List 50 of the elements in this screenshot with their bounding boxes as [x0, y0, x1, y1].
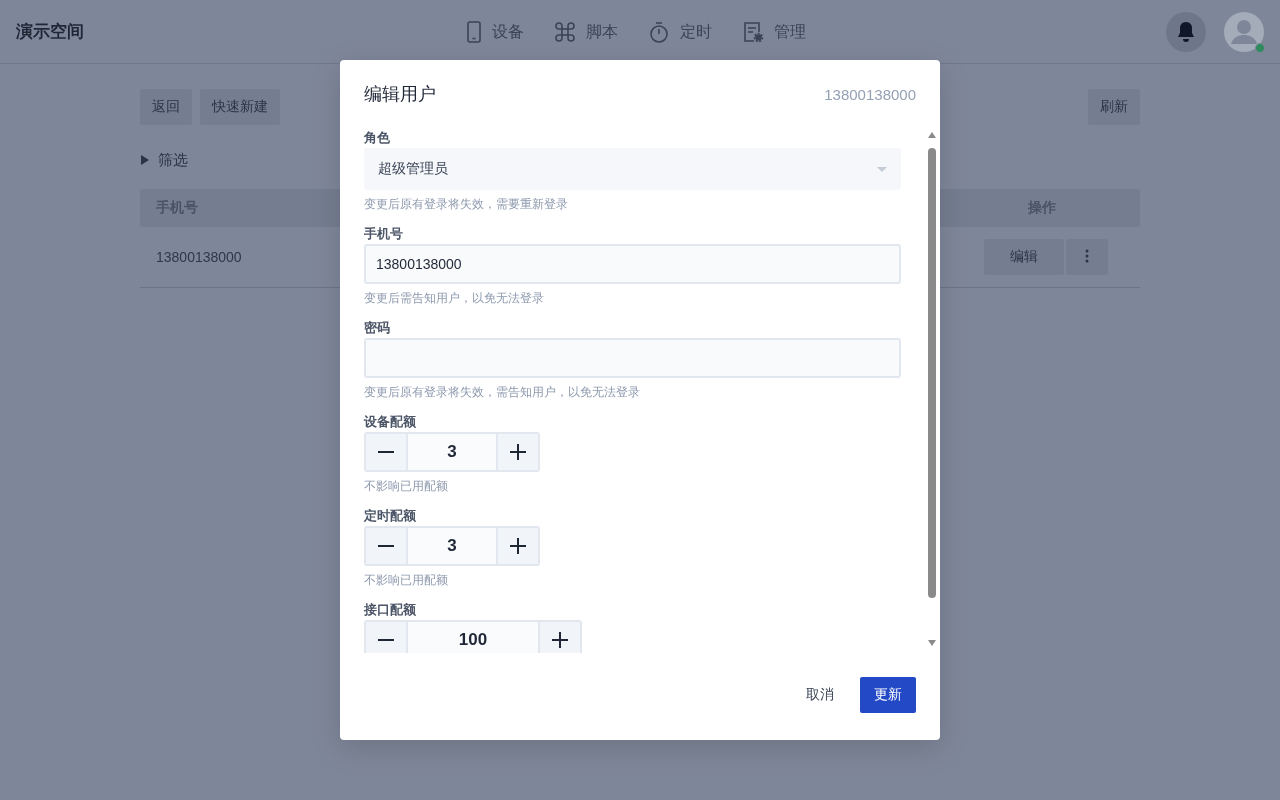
clover-icon [554, 21, 576, 43]
edit-button[interactable]: 编辑 [984, 239, 1064, 275]
field-label: 设备配额 [364, 413, 417, 431]
nav-item[interactable]: 设备 [466, 21, 524, 43]
field-hint: 不影响已用配额 [364, 572, 449, 589]
increment-button[interactable] [540, 622, 580, 653]
decrement-button[interactable] [366, 434, 406, 470]
phone-icon [466, 21, 482, 43]
increment-button[interactable] [498, 528, 538, 564]
field-label: 定时配额 [364, 507, 417, 525]
dialog-title: 编辑用户 [364, 83, 436, 106]
password-field[interactable] [364, 338, 901, 378]
minus-icon [378, 451, 394, 453]
update-button[interactable]: 更新 [860, 677, 916, 713]
plus-icon [510, 444, 526, 460]
notifications-button[interactable] [1166, 11, 1206, 52]
more-icon [1085, 248, 1089, 263]
refresh-button[interactable]: 刷新 [1088, 89, 1140, 125]
plus-icon [552, 632, 568, 648]
field-hint: 不影响已用配额 [364, 478, 449, 495]
nav-item[interactable]: 定时 [648, 21, 712, 43]
input-field[interactable]: 13800138000 [364, 244, 901, 284]
field-label: 接口配额 [364, 601, 417, 619]
workspace-title: 演示空间 [16, 22, 84, 41]
increment-button[interactable] [498, 434, 538, 470]
role-select[interactable]: 超级管理员 [364, 148, 901, 190]
field-label: 手机号 [364, 225, 404, 243]
plus-icon [510, 538, 526, 554]
toolbar-button[interactable]: 快速新建 [200, 89, 280, 125]
bell-icon [1176, 20, 1196, 43]
field-hint: 变更后需告知用户，以免无法登录 [364, 290, 545, 307]
field-label: 密码 [364, 319, 391, 337]
caret-icon [140, 154, 150, 166]
field-hint: 变更后原有登录将失效，需告知用户，以免无法登录 [364, 384, 641, 401]
toolbar-button[interactable]: 返回 [140, 89, 192, 125]
field-hint: 变更后原有登录将失效，需要重新登录 [364, 196, 569, 213]
decrement-button[interactable] [366, 528, 406, 564]
nav-item[interactable]: 管理 [742, 21, 806, 43]
decrement-button[interactable] [366, 622, 406, 653]
stopwatch-icon [648, 21, 670, 43]
filter-toggle[interactable]: 筛选 [140, 145, 188, 175]
minus-icon [378, 639, 394, 641]
dropdown-caret-icon [877, 166, 887, 172]
table-cell: 13800138000 [156, 249, 242, 265]
field-label: 角色 [364, 129, 391, 147]
nav-item[interactable]: 脚本 [554, 21, 618, 43]
document-gear-icon [742, 21, 764, 43]
minus-icon [378, 545, 394, 547]
dialog-subtitle: 13800138000 [824, 85, 916, 103]
cancel-button[interactable]: 取消 [792, 677, 848, 713]
